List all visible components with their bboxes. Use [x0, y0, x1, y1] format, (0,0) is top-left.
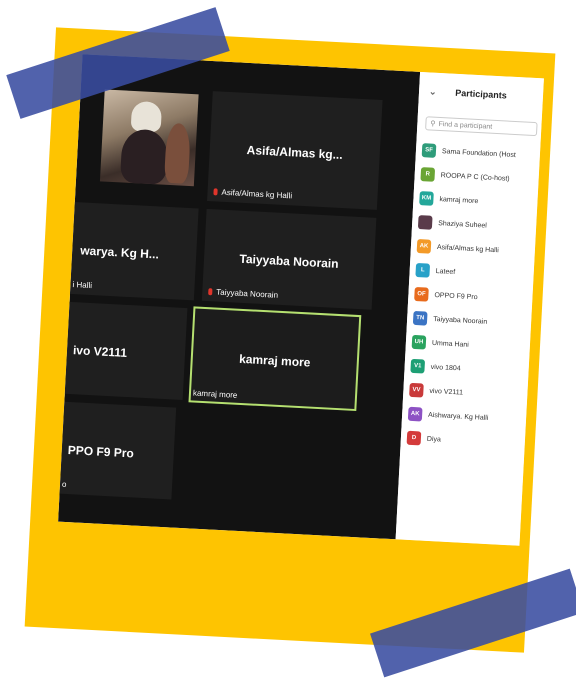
tile-name: kamraj more: [238, 352, 311, 370]
muted-mic-icon: [213, 188, 218, 196]
avatar: OF: [414, 286, 429, 302]
avatar: R: [420, 167, 436, 182]
tile-name: warya. Kg H...: [79, 243, 160, 262]
video-tile-aishwarya[interactable]: warya. Kg H... i Halli: [70, 202, 199, 301]
participant-name: Lateef: [435, 267, 456, 276]
tile-name: ivo V2111: [72, 343, 128, 361]
participant-search-input[interactable]: ⚲ Find a participant: [425, 116, 538, 137]
participants-panel: ⌄ Participants ⚲ Find a participant SF Sa…: [395, 71, 544, 546]
search-placeholder: Find a participant: [438, 120, 493, 131]
tile-caption: kamraj more: [192, 388, 238, 400]
avatar: KM: [419, 191, 434, 206]
participant-name: kamraj more: [439, 195, 479, 205]
avatar: SF: [421, 143, 437, 158]
avatar: UH: [411, 334, 427, 350]
participant-name: ROOPA P C (Co-host): [440, 171, 510, 183]
participant-name: Diya: [426, 435, 442, 444]
chevron-down-icon[interactable]: ⌄: [429, 86, 437, 97]
video-tile-taiyyaba[interactable]: Taiyyaba Noorain Taiyyaba Noorain: [201, 208, 377, 310]
video-gallery: Asifa/Almas kg... Asifa/Almas kg Halli w…: [58, 54, 421, 540]
avatar: AK: [407, 406, 423, 422]
participants-title: Participants: [455, 87, 508, 101]
avatar: AK: [416, 239, 432, 254]
video-tile-kamraj-active-speaker[interactable]: kamraj more kamraj more: [188, 306, 362, 412]
muted-mic-icon: [208, 288, 213, 296]
tile-caption: Asifa/Almas kg Halli: [213, 187, 292, 200]
video-tile-oppo[interactable]: PPO F9 Pro o: [59, 401, 177, 500]
tile-caption-text: Taiyyaba Noorain: [216, 287, 279, 300]
participant-name: Sama Foundation (Host: [441, 147, 517, 159]
tile-caption-text: Asifa/Almas kg Halli: [221, 187, 293, 201]
meeting-screenshot: Asifa/Almas kg... Asifa/Almas kg Halli w…: [58, 54, 544, 546]
avatar: [417, 215, 433, 230]
tile-name: Asifa/Almas kg...: [246, 142, 344, 162]
participant-name: Umma Hani: [431, 339, 470, 349]
tile-caption: i Halli: [72, 280, 93, 291]
participant-name: vivo 1804: [430, 363, 461, 372]
avatar: V1: [410, 358, 426, 374]
participant-row[interactable]: D Diya: [406, 426, 525, 456]
video-tile-asifa[interactable]: Asifa/Almas kg... Asifa/Almas kg Halli: [207, 91, 383, 210]
participant-list: SF Sama Foundation (Host R ROOPA P C (Co-ho…: [406, 138, 540, 456]
tile-name: PPO F9 Pro: [67, 443, 135, 461]
tile-caption: o: [61, 479, 67, 489]
avatar: VV: [409, 382, 424, 398]
participants-header: ⌄ Participants: [418, 86, 543, 112]
tile-name: Taiyyaba Noorain: [239, 252, 339, 272]
participant-video-thumbnail: [99, 89, 199, 187]
participant-name: Taiyyaba Noorain: [433, 315, 488, 326]
participant-name: Shaziya Suheel: [438, 219, 487, 230]
avatar: L: [415, 262, 431, 278]
avatar: TN: [412, 310, 428, 326]
participant-name: OPPO F9 Pro: [434, 291, 478, 301]
participant-name: Asifa/Almas kg Halli: [436, 243, 499, 254]
search-icon: ⚲: [430, 120, 436, 128]
avatar: D: [406, 430, 422, 446]
video-tile-vivo[interactable]: ivo V2111: [64, 301, 188, 400]
participant-name: vivo V2111: [429, 387, 464, 397]
participant-name: Aishwarya. Kg Halli: [427, 411, 489, 422]
tile-caption: Taiyyaba Noorain: [208, 287, 278, 300]
